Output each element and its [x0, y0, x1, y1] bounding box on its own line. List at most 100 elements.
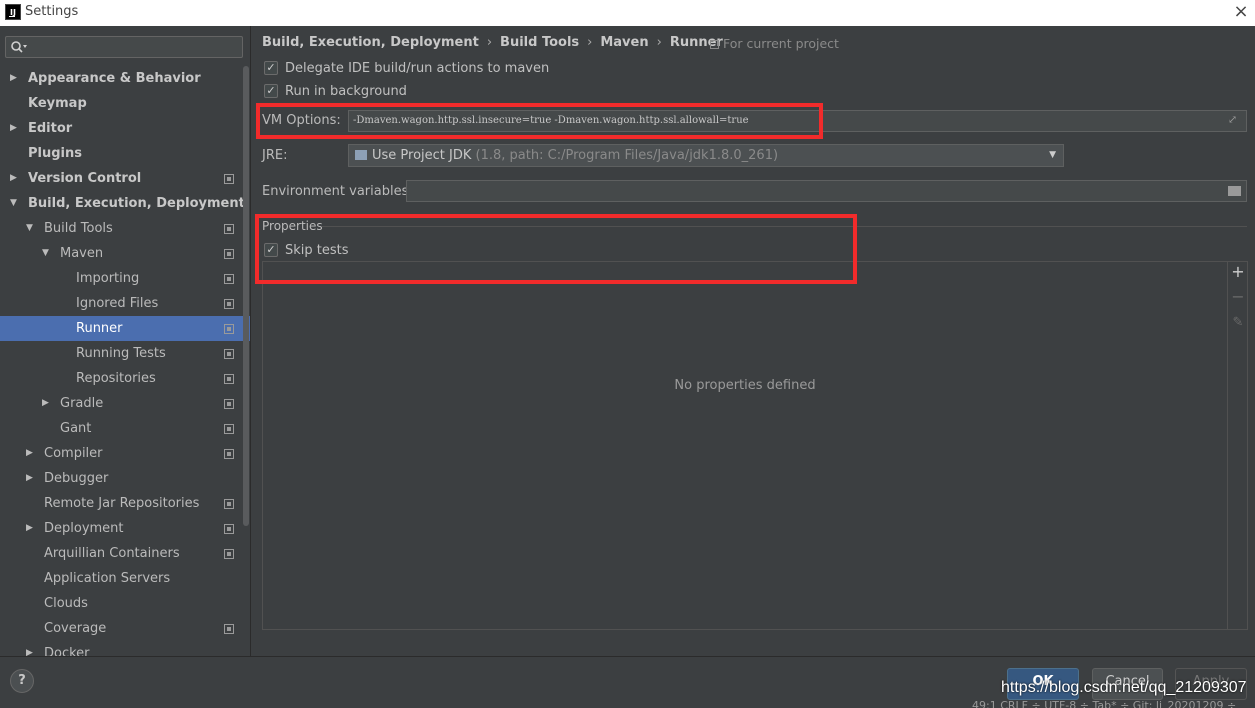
sidebar-item-label: Coverage — [44, 621, 107, 636]
sidebar-item-gant[interactable]: Gant — [0, 416, 250, 441]
sidebar-item-label: Arquillian Containers — [44, 546, 180, 561]
sidebar-item-label: Appearance & Behavior — [28, 71, 201, 86]
sidebar-item-build-tools[interactable]: ▼ Build Tools — [0, 216, 250, 241]
sidebar-item-ignored-files[interactable]: Ignored Files — [0, 291, 250, 316]
expand-icon[interactable]: ⤢ — [1228, 114, 1240, 126]
breadcrumb-separator: › — [587, 35, 593, 50]
close-icon[interactable]: × — [1229, 0, 1253, 24]
jre-detail: (1.8, path: C:/Program Files/Java/jdk1.8… — [475, 148, 779, 163]
sidebar-item-docker[interactable]: ▶ Docker — [0, 641, 250, 656]
sidebar-item-importing[interactable]: Importing — [0, 266, 250, 291]
sidebar-item-gradle[interactable]: ▶ Gradle — [0, 391, 250, 416]
sidebar-item-label: Ignored Files — [76, 296, 159, 311]
sidebar-item-deployment[interactable]: ▶ Deployment — [0, 516, 250, 541]
sidebar-item-repositories[interactable]: Repositories — [0, 366, 250, 391]
sidebar-item-label: Clouds — [44, 596, 88, 611]
chevron-down-icon[interactable]: ▼ — [26, 216, 38, 241]
properties-toolbar: + − ✎ — [1228, 261, 1248, 630]
settings-tree: ▶ Appearance & Behavior Keymap ▶ Editor Plugi… — [0, 66, 250, 656]
sidebar-item-label: Build Tools — [44, 221, 113, 236]
sidebar-item-label: Gant — [60, 421, 92, 436]
chevron-right-icon[interactable]: ▶ — [10, 166, 22, 191]
chevron-right-icon[interactable]: ▶ — [10, 66, 22, 91]
chevron-right-icon[interactable]: ▶ — [26, 466, 38, 491]
sidebar-item-label: Plugins — [28, 146, 82, 161]
sidebar-item-appearance-behavior[interactable]: ▶ Appearance & Behavior — [0, 66, 250, 91]
project-scope-icon — [224, 349, 234, 359]
project-scope-icon — [224, 499, 234, 509]
project-scope-icon — [224, 624, 234, 634]
delegate-checkbox[interactable]: ✓ — [264, 61, 278, 75]
sidebar-item-compiler[interactable]: ▶ Compiler — [0, 441, 250, 466]
sidebar-item-application-servers[interactable]: Application Servers — [0, 566, 250, 591]
breadcrumb-item[interactable]: Maven — [600, 35, 648, 50]
edit-icon[interactable]: ✎ — [1231, 316, 1245, 330]
sidebar-item-label: Running Tests — [76, 346, 166, 361]
sidebar-item-version-control[interactable]: ▶ Version Control — [0, 166, 250, 191]
sidebar-item-label: Keymap — [28, 96, 87, 111]
sidebar-item-label: Deployment — [44, 521, 124, 536]
sidebar-item-label: Gradle — [60, 396, 104, 411]
properties-table[interactable]: No properties defined — [262, 261, 1228, 630]
project-scope-icon — [224, 224, 234, 234]
chevron-right-icon[interactable]: ▶ — [26, 441, 38, 466]
watermark: https://blog.csdn.net/qq_21209307 — [1001, 679, 1247, 696]
breadcrumb-separator: › — [656, 35, 662, 50]
delegate-label: Delegate IDE build/run actions to maven — [285, 61, 550, 76]
chevron-right-icon[interactable]: ▶ — [26, 641, 38, 656]
sidebar-item-label: Docker — [44, 646, 90, 656]
breadcrumb: Build, Execution, Deployment › Build Tools… — [262, 35, 723, 50]
env-variables-input[interactable] — [406, 180, 1247, 202]
sidebar-item-editor[interactable]: ▶ Editor — [0, 116, 250, 141]
project-scope-icon — [224, 299, 234, 309]
background-checkbox[interactable]: ✓ — [264, 84, 278, 98]
chevron-right-icon[interactable]: ▶ — [42, 391, 54, 416]
search-icon — [11, 41, 27, 53]
intellij-app-icon: IJ — [5, 4, 21, 20]
sidebar-item-label: Importing — [76, 271, 140, 286]
env-variables-label: Environment variables: — [262, 184, 413, 199]
chevron-right-icon[interactable]: ▶ — [26, 516, 38, 541]
sidebar-item-build-execution-deployment[interactable]: ▼ Build, Execution, Deployment — [0, 191, 250, 216]
sidebar-item-label: Repositories — [76, 371, 156, 386]
breadcrumb-item[interactable]: Build Tools — [500, 35, 579, 50]
chevron-down-icon[interactable]: ▼ — [10, 191, 22, 216]
sidebar-item-debugger[interactable]: ▶ Debugger — [0, 466, 250, 491]
help-button[interactable]: ? — [10, 669, 34, 693]
project-scope-icon — [224, 249, 234, 259]
chevron-down-icon[interactable]: ▼ — [42, 241, 54, 266]
sidebar-item-label: Application Servers — [44, 571, 171, 586]
sidebar-item-keymap[interactable]: Keymap — [0, 91, 250, 116]
properties-highlight — [255, 214, 857, 284]
browse-folder-icon[interactable] — [1228, 186, 1241, 196]
sidebar-item-runner[interactable]: Runner — [0, 316, 250, 341]
project-scope-icon — [224, 549, 234, 559]
chevron-right-icon[interactable]: ▶ — [10, 116, 22, 141]
project-scope-icon — [224, 324, 234, 334]
project-scope-icon — [224, 174, 234, 184]
dialog-button-bar: ? OK Cancel Apply 49:1 CRLF ÷ UTF-8 ÷ Ta… — [0, 656, 1255, 708]
sidebar-item-clouds[interactable]: Clouds — [0, 591, 250, 616]
search-input[interactable] — [5, 36, 243, 58]
sidebar-item-label: Debugger — [44, 471, 109, 486]
jre-dropdown[interactable]: Use Project JDK (1.8, path: C:/Program F… — [348, 144, 1064, 167]
sidebar-item-remote-jar-repositories[interactable]: Remote Jar Repositories — [0, 491, 250, 516]
project-scope-icon — [224, 399, 234, 409]
window-title: Settings — [25, 4, 79, 19]
sidebar-item-label: Remote Jar Repositories — [44, 496, 200, 511]
scope-note-text: For current project — [723, 36, 839, 51]
sidebar-item-running-tests[interactable]: Running Tests — [0, 341, 250, 366]
sidebar-item-coverage[interactable]: Coverage — [0, 616, 250, 641]
sidebar-item-label: Version Control — [28, 171, 142, 186]
breadcrumb-item[interactable]: Build, Execution, Deployment — [262, 35, 479, 50]
add-icon[interactable]: + — [1231, 264, 1245, 280]
remove-icon[interactable]: − — [1231, 289, 1245, 305]
sidebar-item-arquillian-containers[interactable]: Arquillian Containers — [0, 541, 250, 566]
sidebar-item-maven[interactable]: ▼ Maven — [0, 241, 250, 266]
sidebar-item-label: Build, Execution, Deployment — [28, 196, 245, 211]
jdk-folder-icon — [355, 150, 367, 160]
project-scope-icon — [224, 374, 234, 384]
vm-options-highlight — [256, 103, 823, 139]
sidebar-scrollbar[interactable] — [243, 66, 249, 526]
sidebar-item-plugins[interactable]: Plugins — [0, 141, 250, 166]
